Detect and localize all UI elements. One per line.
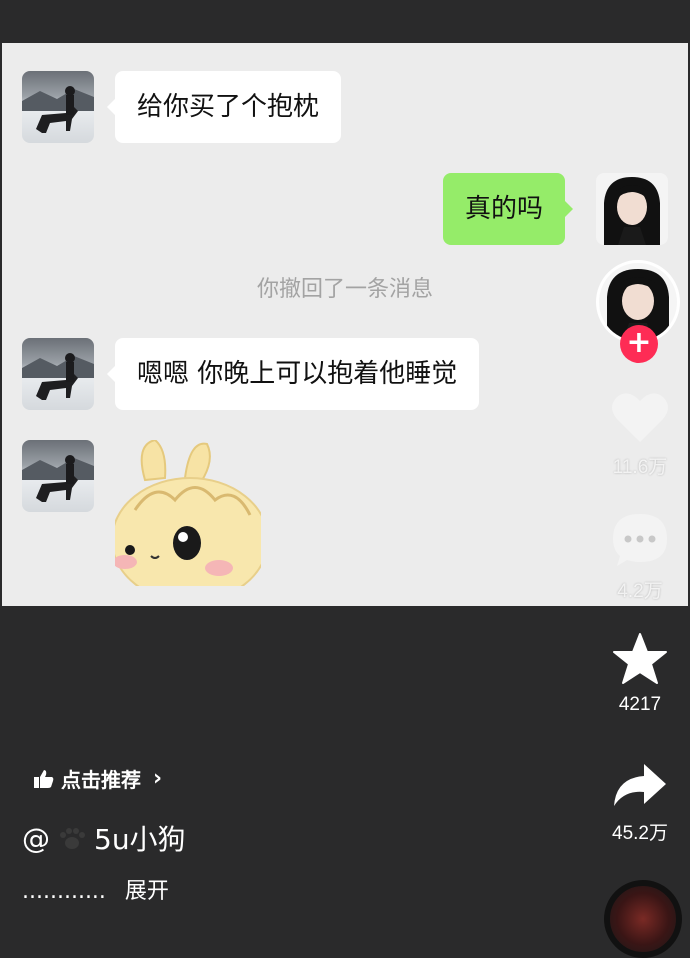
heart-icon [612,393,668,442]
expand-link[interactable]: 展开 [125,879,169,904]
paw-icon [60,828,85,849]
thumbs-up-icon [34,769,54,788]
music-disc[interactable] [604,880,682,958]
comment-icon [613,514,667,566]
sent-message-bubble: 真的吗 [443,173,574,245]
share-count: 45.2万 [612,823,668,844]
recommend-link[interactable]: 点击推荐 › [33,764,162,793]
like-button[interactable]: 11.6万 [600,390,680,479]
chevron-right-icon: › [153,766,163,791]
sender-avatar [22,71,94,143]
favorite-count: 4217 [618,694,662,715]
bunny-sticker [111,438,269,603]
chat-screenshot: 给你买了个抱枕 真的吗 你撤回了一条消息 嗯嗯 你晚上可以抱着他睡觉 [2,43,688,606]
comment-count: 4.2万 [617,581,663,602]
favorite-button[interactable]: 4217 [600,632,680,716]
follow-button[interactable]: + [620,325,658,363]
recommend-label: 点击推荐 [61,768,141,792]
sender-avatar [22,440,94,512]
received-message-bubble: 嗯嗯 你晚上可以抱着他睡觉 [106,338,480,410]
comment-button[interactable]: 4.2万 [600,512,680,603]
share-button[interactable]: 45.2万 [600,760,680,845]
author-name: 5u小狗 [94,823,186,856]
star-icon [613,633,667,684]
recall-notice: 你撤回了一条消息 [256,277,433,302]
share-arrow-icon [614,764,666,806]
received-message-bubble: 给你买了个抱枕 [106,71,342,143]
author-prefix: @ [22,821,50,855]
video-description: ............ 展开 [22,873,169,905]
description-text: ............ [22,879,106,904]
own-avatar [596,173,668,245]
sender-avatar [22,338,94,410]
like-count: 11.6万 [612,457,668,478]
author-handle[interactable]: @ 5u小狗 [22,818,186,858]
